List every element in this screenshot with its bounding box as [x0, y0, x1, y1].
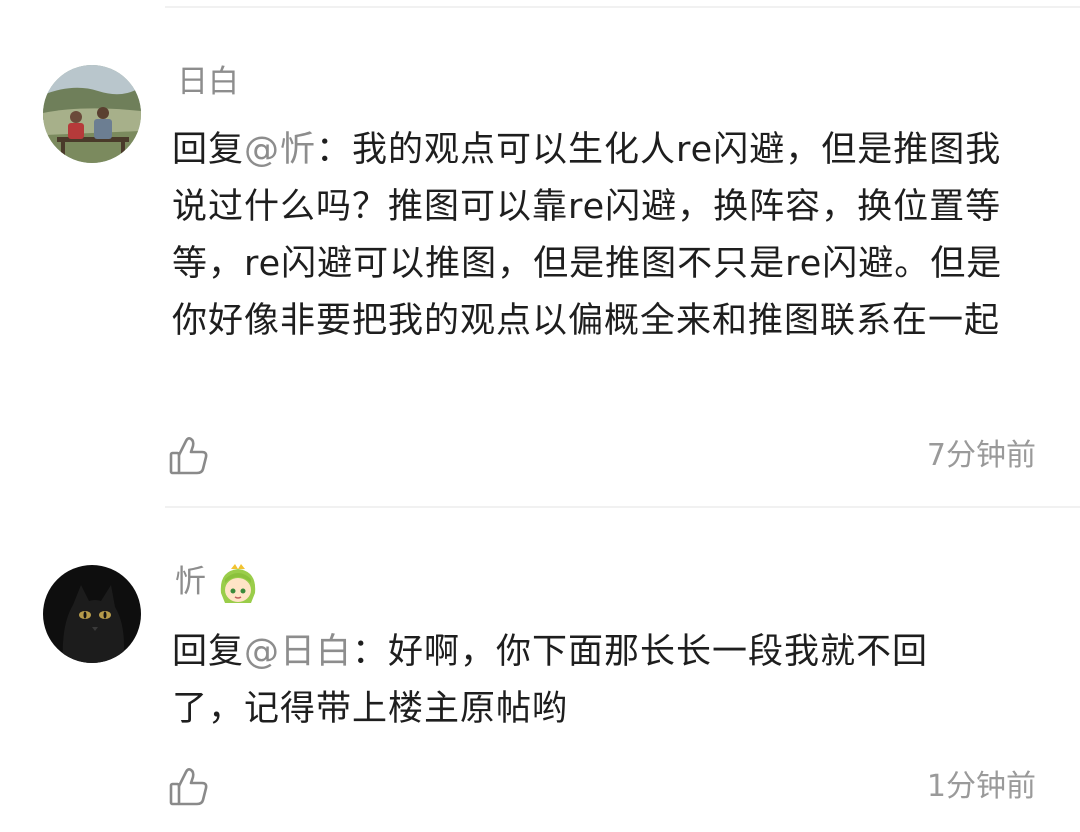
reply-colon: ： [352, 632, 389, 672]
mention-link[interactable]: @日白 [244, 632, 352, 672]
timestamp: 1分钟前 [926, 769, 1036, 804]
top-divider [165, 6, 1080, 8]
username[interactable]: 忻 [175, 562, 206, 602]
mention-link[interactable]: @忻 [244, 130, 316, 170]
comment-content: 回复@忻：我的观点可以生化人re闪避，但是推图我说过什么吗？推图可以靠re闪避，… [172, 122, 1032, 350]
thumbs-up-icon[interactable] [168, 766, 210, 808]
thumbs-up-icon[interactable] [168, 435, 210, 477]
avatar[interactable] [43, 65, 141, 163]
reply-prefix: 回复 [172, 130, 245, 170]
timestamp: 7分钟前 [926, 438, 1036, 473]
username[interactable]: 日白 [177, 62, 239, 102]
avatar[interactable] [43, 565, 141, 663]
green-hair-girl-emoji-icon [215, 563, 261, 609]
comment-content: 回复@日白：好啊，你下面那长长一段我就不回了，记得带上楼主原帖哟 [172, 624, 992, 738]
comment-divider [165, 506, 1080, 508]
reply-prefix: 回复 [172, 632, 245, 672]
reply-colon: ： [316, 130, 353, 170]
